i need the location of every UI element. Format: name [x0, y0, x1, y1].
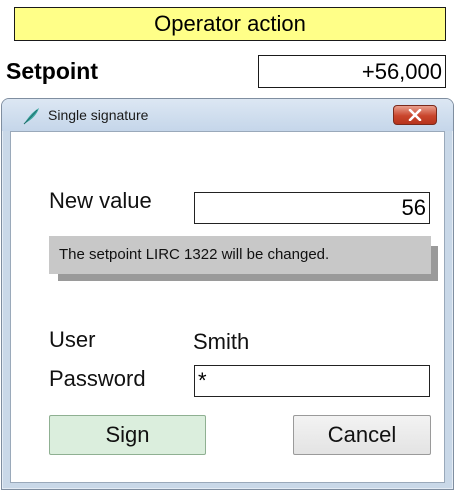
- sign-button[interactable]: Sign: [49, 415, 206, 455]
- setpoint-label: Setpoint: [6, 58, 98, 84]
- close-icon: [394, 109, 436, 121]
- user-label: User: [49, 327, 96, 352]
- dialog-body: New value 56 The setpoint LIRC 1322 will…: [10, 131, 445, 483]
- cancel-button[interactable]: Cancel: [293, 415, 431, 455]
- setpoint-value: +56,000: [258, 55, 446, 88]
- password-label: Password: [49, 366, 146, 391]
- new-value-label: New value: [49, 188, 152, 213]
- app-feather-icon: [22, 107, 42, 125]
- dialog-title: Single signature: [48, 107, 149, 123]
- new-value-field[interactable]: 56: [194, 192, 430, 224]
- password-field[interactable]: *: [194, 365, 430, 397]
- change-message: The setpoint LIRC 1322 will be changed.: [49, 236, 431, 274]
- close-button[interactable]: [393, 105, 437, 125]
- user-value: Smith: [193, 329, 250, 354]
- dialog-titlebar[interactable]: Single signature: [2, 99, 453, 131]
- single-signature-dialog: Single signature New value 56 The setpoi…: [1, 98, 454, 490]
- operator-action-banner: Operator action: [14, 7, 446, 41]
